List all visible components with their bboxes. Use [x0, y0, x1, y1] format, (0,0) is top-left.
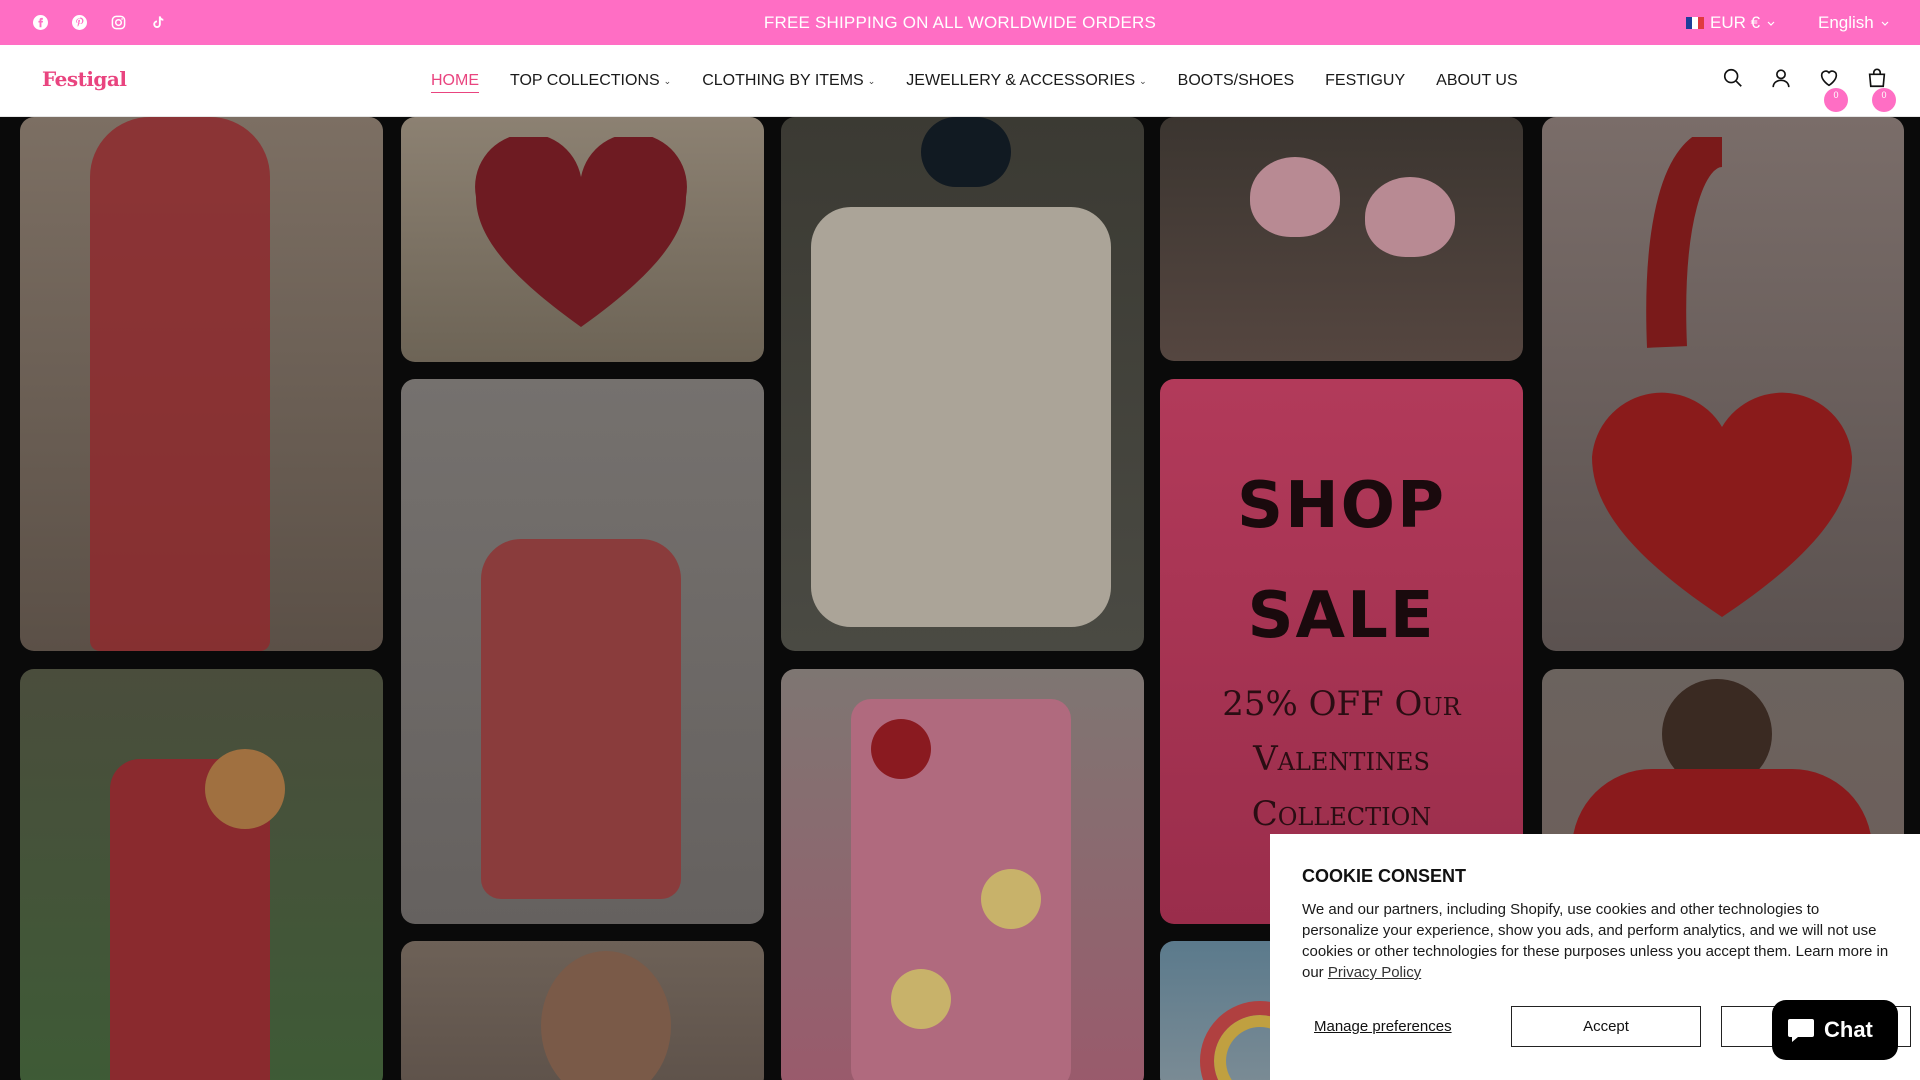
nav-label: ABOUT US — [1436, 72, 1518, 89]
product-image-heart-sunglasses[interactable] — [1160, 117, 1523, 361]
privacy-policy-link[interactable]: Privacy Policy — [1328, 964, 1421, 981]
currency-label: EUR € — [1710, 12, 1761, 32]
product-image-floral-pink-dress[interactable] — [781, 669, 1144, 1080]
promo-line-valentines: Valentines — [1253, 739, 1430, 779]
account-icon[interactable] — [1770, 67, 1794, 91]
chat-label: Chat — [1824, 1017, 1873, 1042]
nav-item-clothing-by-items[interactable]: CLOTHING BY ITEMS ⌄ — [702, 69, 875, 93]
product-image-heart-bag[interactable] — [401, 117, 764, 362]
nav-item-top-collections[interactable]: TOP COLLECTIONS ⌄ — [510, 69, 671, 93]
promo-line-discount: 25% OFF Our — [1222, 684, 1461, 724]
wishlist-icon[interactable]: 0 — [1818, 67, 1848, 112]
announcement-text: FREE SHIPPING ON ALL WORLDWIDE ORDERS — [763, 13, 1157, 32]
announcement-bar: FREE SHIPPING ON ALL WORLDWIDE ORDERS EU… — [0, 0, 1920, 45]
nav-label: BOOTS/SHOES — [1177, 72, 1295, 89]
chevron-down-icon — [1881, 21, 1889, 26]
currency-selector[interactable]: EUR € — [1686, 0, 1776, 45]
france-flag-icon — [1686, 16, 1704, 29]
product-image-fur-heart-bag[interactable] — [1542, 117, 1904, 651]
chevron-down-icon: ⌄ — [663, 75, 672, 86]
nav-label: TOP COLLECTIONS — [510, 72, 660, 89]
search-icon[interactable] — [1722, 67, 1746, 91]
nav-item-festiguy[interactable]: FESTIGUY — [1325, 69, 1405, 93]
promo-line-collection: Collection — [1251, 794, 1432, 834]
chevron-down-icon: ⌄ — [867, 75, 876, 86]
product-image-red-coat[interactable] — [20, 117, 383, 651]
manage-preferences-link[interactable]: Manage preferences — [1314, 1018, 1509, 1035]
cart-icon[interactable]: 0 — [1866, 67, 1896, 112]
cart-count-badge: 0 — [1872, 88, 1896, 112]
language-selector[interactable]: English — [1818, 0, 1890, 45]
site-header: Festigal HOME TOP COLLECTIONS ⌄ CLOTHING … — [0, 45, 1920, 117]
chevron-down-icon: ⌄ — [1139, 75, 1147, 86]
language-label: English — [1818, 12, 1874, 32]
product-image-red-halter-dress[interactable] — [401, 379, 764, 924]
main-nav: HOME TOP COLLECTIONS ⌄ CLOTHING BY ITEMS ⌄… — [431, 45, 1518, 117]
cookie-body: We and our partners, including Shopify, … — [1302, 899, 1892, 983]
chat-button[interactable]: Chat — [1772, 1000, 1898, 1060]
nav-label: FESTIGUY — [1325, 72, 1406, 89]
promo-line-sale: SALE — [1247, 579, 1436, 653]
product-image-heart-earrings[interactable] — [401, 941, 764, 1080]
header-icons: 0 0 — [1722, 67, 1896, 112]
nav-item-boots-shoes[interactable]: BOOTS/SHOES — [1178, 69, 1294, 93]
chevron-down-icon — [1767, 21, 1775, 26]
wishlist-count-badge: 0 — [1824, 88, 1848, 112]
product-image-red-jumpsuit[interactable] — [20, 669, 383, 1080]
chat-bubble-icon — [1788, 1019, 1814, 1042]
promo-line-shop: SHOP — [1237, 469, 1446, 543]
product-image-heart-fur-jacket[interactable] — [781, 117, 1144, 651]
site-logo[interactable]: Festigal — [42, 67, 127, 91]
nav-label: CLOTHING BY ITEMS — [702, 72, 864, 89]
cookie-title: COOKIE CONSENT — [1302, 866, 1467, 886]
nav-item-jewellery-accessories[interactable]: JEWELLERY & ACCESSORIES ⌄ — [906, 69, 1146, 93]
accept-button[interactable]: Accept — [1511, 1006, 1701, 1047]
nav-item-about-us[interactable]: ABOUT US — [1436, 69, 1518, 93]
nav-item-home[interactable]: HOME — [431, 69, 479, 93]
nav-label: JEWELLERY & ACCESSORIES — [906, 72, 1136, 89]
nav-label: HOME — [431, 71, 479, 89]
